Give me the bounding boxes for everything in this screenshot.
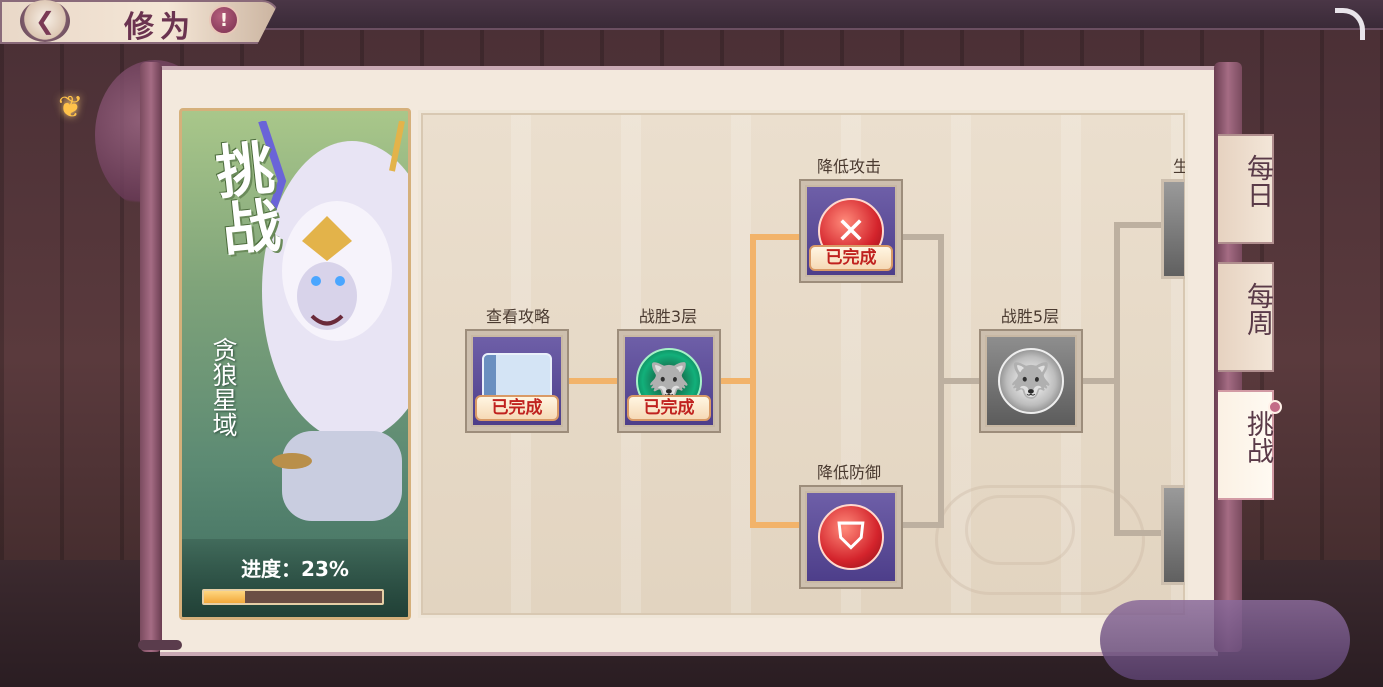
node-partial-top[interactable] — [1161, 179, 1185, 279]
challenge-heading: 挑战 — [203, 136, 283, 259]
progress-bar — [202, 589, 384, 605]
node-label-guide: 查看攻略 — [485, 307, 550, 326]
completed-badge: 已完成 — [475, 395, 559, 421]
completed-badge: 已完成 — [627, 395, 711, 421]
tab-knot-icon — [1268, 400, 1282, 414]
node-win5-frame: 🐺 — [987, 337, 1075, 425]
task-tree-panel: 查看攻略 已完成 战胜3层 🐺 已完成 降低攻击 ✕ 已完成 降低防御 ⛉ 战胜… — [418, 110, 1188, 618]
info-button[interactable]: ! — [209, 5, 239, 35]
progress-box: 进度：23% — [182, 539, 408, 617]
shield-icon: ⛉ — [818, 504, 884, 570]
node-lower-attack[interactable]: ✕ 已完成 — [801, 181, 901, 281]
tab-daily-label: 每日 — [1242, 154, 1273, 208]
scroll-pin — [138, 640, 182, 650]
page-title: 修为 — [124, 10, 196, 45]
progress-text: 进度：23% — [241, 557, 349, 581]
tab-challenge[interactable]: 挑战 — [1218, 390, 1282, 500]
tab-weekly-label: 每周 — [1242, 282, 1273, 336]
tab-challenge-label: 挑战 — [1242, 410, 1273, 464]
tab-weekly[interactable]: 每周 — [1218, 262, 1274, 372]
node-label-lower-def: 降低防御 — [816, 463, 881, 482]
butterfly-icon: ❦ — [58, 90, 84, 125]
cloud-decoration-bottom — [1100, 600, 1350, 680]
node-label-win5: 战胜5层 — [1000, 307, 1060, 326]
wolf-icon: 🐺 — [998, 348, 1064, 414]
node-win3[interactable]: 🐺 已完成 — [619, 331, 719, 431]
node-lower-defense[interactable]: ⛉ — [801, 487, 901, 587]
scroll-rod-left — [140, 62, 162, 652]
back-button[interactable]: ❮ — [20, 0, 70, 42]
node-partial-bottom[interactable] — [1161, 485, 1185, 585]
completed-badge: 已完成 — [809, 245, 893, 271]
node-guide[interactable]: 已完成 — [467, 331, 567, 431]
node-label-win3: 战胜3层 — [638, 307, 698, 326]
node-label-partial-top: 生 — [1173, 157, 1188, 176]
node-label-lower-atk: 降低攻击 — [816, 157, 881, 176]
node-win5[interactable]: 🐺 — [981, 331, 1081, 431]
back-arrow-icon: ❮ — [34, 7, 56, 35]
challenge-card: 挑战 贪狼星域 进度：23% — [179, 108, 411, 620]
realm-name: 贪狼星域 — [209, 337, 238, 437]
node-lower-defense-frame: ⛉ — [807, 493, 895, 581]
progress-fill — [204, 591, 245, 603]
tab-daily[interactable]: 每日 — [1218, 134, 1274, 244]
